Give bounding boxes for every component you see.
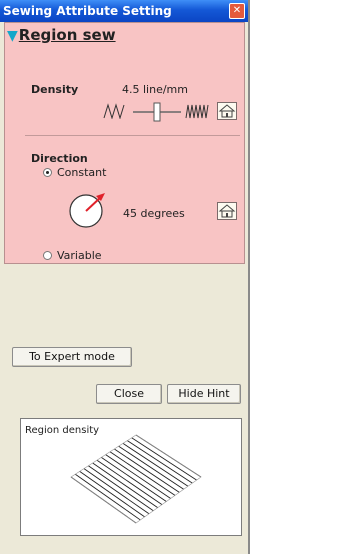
hint-stitch-line <box>79 471 145 518</box>
density-slider-thumb[interactable] <box>153 102 161 122</box>
hint-stitch-line <box>131 437 197 481</box>
sparse-stitch-icon <box>103 103 125 119</box>
hint-stitch-line <box>83 468 150 515</box>
hint-stitch-line <box>109 451 176 496</box>
hint-stitch-line <box>127 440 193 484</box>
close-window-button[interactable]: ✕ <box>229 3 245 19</box>
hint-stitch-line <box>114 448 180 493</box>
hint-stitch-line <box>101 457 167 502</box>
hide-hint-button[interactable]: Hide Hint <box>167 384 241 404</box>
hint-stitch-line <box>96 459 163 505</box>
collapse-triangle-icon: ▼ <box>7 28 18 44</box>
direction-label: Direction <box>31 152 88 165</box>
density-slider[interactable] <box>131 101 183 123</box>
title-bar: Sewing Attribute Setting ✕ <box>0 0 248 22</box>
density-default-home-icon[interactable] <box>217 102 237 120</box>
hint-stitch-line <box>92 462 158 509</box>
constant-radio[interactable] <box>43 168 52 177</box>
direction-angle-value: 45 degrees <box>123 207 185 220</box>
region-sew-label: Region sew <box>18 26 116 44</box>
region-sew-header[interactable]: ▼Region sew <box>7 26 116 44</box>
hint-stitch-line <box>75 473 141 521</box>
expert-mode-button[interactable]: To Expert mode <box>12 347 132 367</box>
hint-stitch-line <box>105 454 171 499</box>
density-label: Density <box>31 83 79 96</box>
hint-stitch-line <box>88 465 154 512</box>
density-value: 4.5 line/mm <box>122 83 188 96</box>
hint-stitch-line <box>118 445 184 490</box>
variable-label: Variable <box>57 249 102 262</box>
dense-stitch-icon <box>185 104 209 119</box>
close-button[interactable]: Close <box>96 384 162 404</box>
sewing-attribute-window: Sewing Attribute Setting ✕ ▼Region sew D… <box>0 0 250 554</box>
region-density-illustration-icon <box>70 434 202 524</box>
variable-radio[interactable] <box>43 251 52 260</box>
constant-label: Constant <box>57 166 107 179</box>
close-icon: ✕ <box>232 5 242 16</box>
hint-stitch-line <box>122 443 189 487</box>
direction-dial[interactable] <box>65 190 111 230</box>
direction-default-home-icon[interactable] <box>217 202 237 220</box>
region-sew-panel: ▼Region sew Density 4.5 line/mm Directio… <box>4 22 245 264</box>
hint-panel: Region density <box>20 418 242 536</box>
window-title: Sewing Attribute Setting <box>3 4 172 18</box>
group-divider <box>25 135 240 136</box>
